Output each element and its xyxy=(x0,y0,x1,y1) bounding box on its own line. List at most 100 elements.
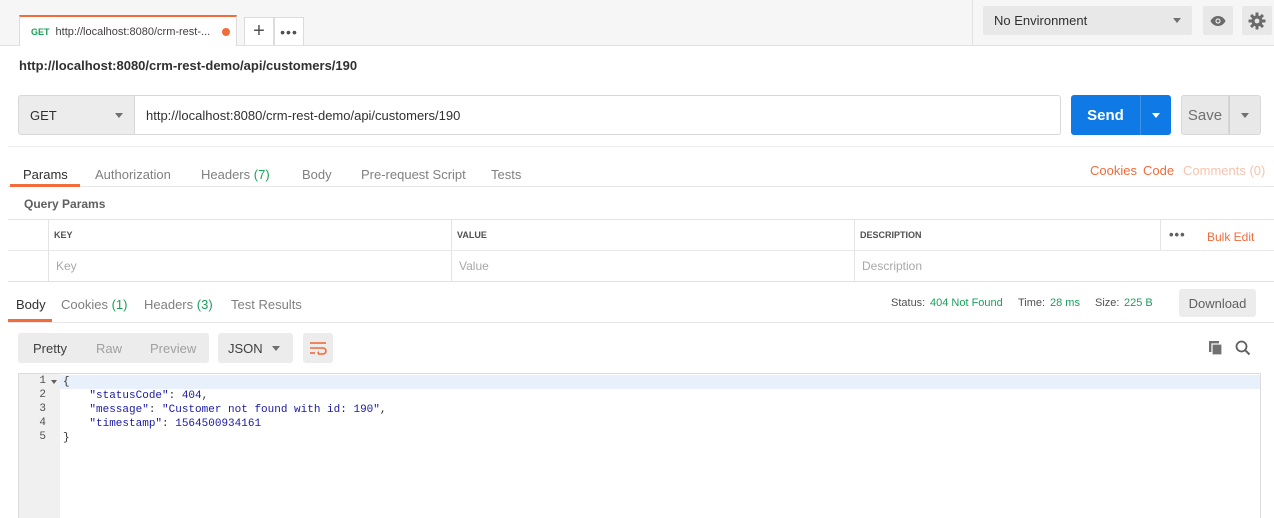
plus-icon: + xyxy=(253,20,265,42)
eye-icon xyxy=(1210,15,1226,26)
divider xyxy=(48,220,49,281)
request-tabs xyxy=(8,146,1274,187)
download-button[interactable]: Download xyxy=(1179,289,1256,317)
line-number: 1 xyxy=(39,375,46,387)
tab-response-body[interactable]: Body xyxy=(16,298,46,311)
request-tab[interactable]: GET http://localhost:8080/crm-rest-... xyxy=(19,15,237,46)
tab-body[interactable]: Body xyxy=(302,168,332,181)
json-punctuation: , xyxy=(201,390,209,402)
code-line: } xyxy=(63,431,70,445)
size-label: Size: xyxy=(1095,297,1120,309)
environment-select[interactable]: No Environment xyxy=(983,6,1192,35)
json-value: 1564500934161 xyxy=(175,418,262,430)
unsaved-dot-icon xyxy=(222,28,230,36)
json-value: "Customer not found with id: 190" xyxy=(162,404,380,416)
column-header-key: KEY xyxy=(54,230,73,240)
line-number-gutter: 1 2 3 4 5 xyxy=(19,374,60,518)
json-value: 404 xyxy=(181,390,202,402)
tab-headers[interactable]: Headers (7) xyxy=(201,168,270,181)
response-body-viewer[interactable]: 1 2 3 4 5 { "statusCode": 404, "message"… xyxy=(18,373,1261,518)
tab-options-button[interactable]: ••• xyxy=(274,17,304,45)
wrap-lines-icon xyxy=(310,342,327,355)
manage-environments-button[interactable] xyxy=(1242,6,1272,35)
column-header-description: DESCRIPTION xyxy=(860,230,922,240)
response-headers-count: (3) xyxy=(196,297,213,312)
line-number: 5 xyxy=(39,431,46,443)
line-number: 3 xyxy=(39,403,46,415)
divider xyxy=(1160,220,1161,250)
request-name[interactable]: http://localhost:8080/crm-rest-demo/api/… xyxy=(19,58,357,73)
send-options-button[interactable] xyxy=(1140,95,1171,135)
tab-method-label: GET xyxy=(31,26,50,37)
format-select-value: JSON xyxy=(228,340,263,356)
send-button[interactable]: Send xyxy=(1071,95,1140,135)
column-options-icon[interactable]: ••• xyxy=(1169,227,1186,242)
fold-caret-icon[interactable] xyxy=(51,380,57,384)
param-key-input[interactable] xyxy=(56,252,446,280)
comments-link[interactable]: Comments (0) xyxy=(1183,163,1265,178)
copy-icon[interactable] xyxy=(1208,340,1224,356)
active-tab-indicator xyxy=(10,184,80,187)
active-tab-indicator xyxy=(8,319,52,322)
pretty-button[interactable]: Pretty xyxy=(33,342,67,355)
json-punctuation: , xyxy=(379,404,387,416)
preview-button[interactable]: Preview xyxy=(150,342,196,355)
divider xyxy=(451,220,452,281)
new-tab-button[interactable]: + xyxy=(244,17,274,45)
divider xyxy=(972,0,973,46)
tab-response-headers[interactable]: Headers (3) xyxy=(144,298,213,311)
format-select[interactable]: JSON xyxy=(218,333,293,363)
column-header-value: VALUE xyxy=(457,230,487,240)
code-link[interactable]: Code xyxy=(1143,163,1174,178)
save-options-button[interactable] xyxy=(1229,95,1261,135)
more-horizontal-icon: ••• xyxy=(280,23,298,40)
gear-icon xyxy=(1248,12,1266,29)
open-brace: { xyxy=(63,376,70,388)
chevron-down-icon xyxy=(272,346,280,351)
json-key: "statusCode" xyxy=(89,390,169,402)
status-label: Status: xyxy=(891,297,926,309)
wrap-lines-button[interactable] xyxy=(303,333,333,363)
chevron-down-icon xyxy=(1173,18,1181,23)
environment-quick-look-button[interactable] xyxy=(1203,6,1233,35)
time-value[interactable]: 28 ms xyxy=(1050,297,1080,309)
code-line: "statusCode": 404, xyxy=(89,390,209,402)
tab-prerequest-script[interactable]: Pre-request Script xyxy=(361,168,466,181)
chevron-down-icon xyxy=(115,113,123,118)
divider xyxy=(8,250,1274,251)
url-input[interactable] xyxy=(135,95,1061,135)
status-value[interactable]: 404 Not Found xyxy=(930,297,1003,309)
code-line: { xyxy=(63,375,70,389)
search-icon[interactable] xyxy=(1235,340,1251,356)
method-select[interactable]: GET xyxy=(18,95,135,135)
code-line: "timestamp": 1564500934161 xyxy=(89,418,262,430)
bulk-edit-link[interactable]: Bulk Edit xyxy=(1207,230,1254,244)
tab-params[interactable]: Params xyxy=(23,168,68,181)
param-description-input[interactable] xyxy=(862,252,1262,280)
active-line-highlight xyxy=(60,375,1260,389)
raw-button[interactable]: Raw xyxy=(96,342,122,355)
environment-select-value: No Environment xyxy=(994,13,1088,28)
tab-response-headers-label: Headers xyxy=(144,297,194,312)
tab-response-cookies-label: Cookies xyxy=(61,297,108,312)
cookies-count: (1) xyxy=(111,297,128,312)
method-select-value: GET xyxy=(30,107,57,123)
headers-count: (7) xyxy=(253,167,270,182)
tab-test-results[interactable]: Test Results xyxy=(231,298,302,311)
tab-title: http://localhost:8080/crm-rest-... xyxy=(55,25,211,38)
tab-headers-label: Headers xyxy=(201,167,251,182)
size-value[interactable]: 225 B xyxy=(1124,297,1153,309)
save-button[interactable]: Save xyxy=(1181,95,1229,135)
divider xyxy=(854,220,855,281)
query-params-title: Query Params xyxy=(24,197,106,211)
tab-tests[interactable]: Tests xyxy=(491,168,521,181)
param-value-input[interactable] xyxy=(459,252,849,280)
cookies-link[interactable]: Cookies xyxy=(1090,163,1137,178)
tab-response-cookies[interactable]: Cookies (1) xyxy=(61,298,127,311)
tab-authorization[interactable]: Authorization xyxy=(95,168,171,181)
line-number: 2 xyxy=(39,389,46,401)
code-line: "message": "Customer not found with id: … xyxy=(89,404,387,416)
json-key: "message" xyxy=(89,404,149,416)
close-brace: } xyxy=(63,432,70,444)
json-key: "timestamp" xyxy=(89,418,163,430)
